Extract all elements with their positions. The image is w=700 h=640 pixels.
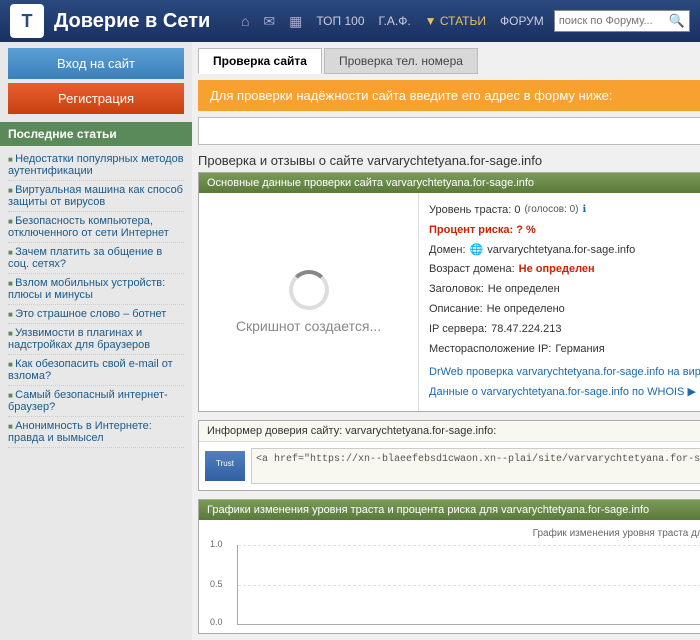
search-input[interactable] — [559, 15, 669, 27]
virus-check-link[interactable]: DrWeb проверка varvarychtetyana.for-sage… — [429, 366, 700, 378]
informer-logo: Trust — [205, 451, 245, 481]
nav-top100[interactable]: ТОП 100 — [316, 14, 364, 28]
graph-title: График изменения уровня траста для varva… — [207, 528, 700, 539]
age-label: Возраст домена: — [429, 260, 515, 280]
list-item[interactable]: Уязвимости в плагинах и надстройках для … — [8, 324, 184, 355]
nav-articles[interactable]: ▼ СТАТЬИ — [425, 14, 486, 28]
ip-value: 78.47.224.213 — [491, 320, 561, 340]
register-button[interactable]: Регистрация — [8, 83, 184, 114]
nav-faq[interactable]: Г.А.Ф. — [379, 14, 411, 28]
tab-check-phone[interactable]: Проверка тел. номера — [324, 48, 478, 74]
result-title: Проверка и отзывы о сайте varvarychtetya… — [198, 153, 700, 168]
y-label-top: 1.0 — [210, 539, 223, 549]
location-label: Месторасположение IP: — [429, 340, 551, 360]
graph-header: Графики изменения уровня траста и процен… — [199, 500, 700, 520]
login-button[interactable]: Вход на сайт — [8, 48, 184, 79]
list-item[interactable]: Анонимность в Интернете: правда и вымысе… — [8, 417, 184, 448]
graph-section: Графики изменения уровня траста и процен… — [198, 499, 700, 634]
data-panel: Основные данные проверки сайта varvarych… — [198, 172, 700, 412]
list-item[interactable]: Зачем платить за общение в соц. сетях? — [8, 243, 184, 274]
grid-icon[interactable]: ▦ — [289, 13, 302, 30]
header: Т Доверие в Сети ⌂ ✉ ▦ ТОП 100 Г.А.Ф. ▼ … — [0, 0, 700, 42]
trust-info-icon[interactable]: ℹ — [583, 201, 587, 221]
data-panel-header: Основные данные проверки сайта varvarych… — [199, 173, 700, 193]
recent-articles-list: Недостатки популярных методов аутентифик… — [0, 146, 192, 452]
tabs: Проверка сайта Проверка тел. номера — [198, 48, 700, 74]
domain-label: Домен: — [429, 241, 466, 261]
screenshot-text: Скришнот создается... — [236, 318, 381, 334]
nav-links: ⌂ ✉ ▦ ТОП 100 Г.А.Ф. ▼ СТАТЬИ ФОРУМ — [241, 13, 544, 30]
nav-forum[interactable]: ФОРУМ — [500, 14, 544, 28]
ip-row: IP сервера: 78.47.224.213 — [429, 320, 700, 340]
list-item[interactable]: Самый безопасный интернет-браузер? — [8, 386, 184, 417]
header-value: Не определен — [488, 280, 560, 300]
url-input[interactable] — [198, 117, 700, 145]
y-label-mid: 0.5 — [210, 579, 223, 589]
location-row: Месторасположение IP: Германия — [429, 340, 700, 360]
tab-check-site[interactable]: Проверка сайта — [198, 48, 322, 74]
graph-area: 1.0 0.5 0.0 — [237, 545, 700, 625]
age-row: Возраст домена: Не определен — [429, 260, 700, 280]
list-item[interactable]: Недостатки популярных методов аутентифик… — [8, 150, 184, 181]
desc-row: Описание: Не определено — [429, 300, 700, 320]
header-label: Заголовок: — [429, 280, 484, 300]
informer-body: Trust <a href="https://xn--blaeefebsd1cw… — [199, 442, 700, 490]
y-label-bottom: 0.0 — [210, 617, 223, 627]
header-row: Заголовок: Не определен — [429, 280, 700, 300]
search-button[interactable]: 🔍 — [669, 13, 685, 29]
home-icon[interactable]: ⌂ — [241, 13, 249, 29]
virus-link-row: DrWeb проверка varvarychtetyana.for-sage… — [429, 363, 700, 383]
logo-icon: Т — [10, 4, 44, 38]
sidebar: Вход на сайт Регистрация Последние стать… — [0, 42, 192, 452]
grid-line-mid — [238, 585, 700, 586]
whois-link[interactable]: Данные о varvarychtetyana.for-sage.info … — [429, 386, 696, 398]
url-row: ПРОВЕРКА САЙТА — [198, 117, 700, 145]
desc-value: Не определено — [487, 300, 565, 320]
graph-body: График изменения уровня траста для varva… — [199, 520, 700, 633]
informer-code[interactable]: <a href="https://xn--blaeefebsd1cwaon.xn… — [251, 448, 700, 484]
whois-link-row: Данные о varvarychtetyana.for-sage.info … — [429, 383, 700, 403]
domain-row: Домен: 🌐 varvarychtetyana.for-sage.info — [429, 241, 700, 261]
search-box: 🔍 — [554, 10, 690, 32]
domain-icon: 🌐 — [470, 241, 484, 261]
risk-value: Процент риска: ? % — [429, 221, 536, 241]
informer-section: Информер доверия сайту: varvarychtetyana… — [198, 420, 700, 491]
location-value: Германия — [555, 340, 604, 360]
list-item[interactable]: Как обезопасить свой e-mail от взлома? — [8, 355, 184, 386]
domain-value: varvarychtetyana.for-sage.info — [487, 241, 635, 261]
risk-row: Процент риска: ? % — [429, 221, 700, 241]
list-item[interactable]: Взлом мобильных устройств: плюсы и минус… — [8, 274, 184, 305]
list-item[interactable]: Безопасность компьютера, отключенного от… — [8, 212, 184, 243]
info-box: Для проверки надёжности сайта введите ег… — [198, 80, 700, 111]
site-title: Доверие в Сети — [54, 10, 231, 33]
desc-label: Описание: — [429, 300, 483, 320]
trust-row: Уровень траста: 0 (голосов: 0) ℹ — [429, 201, 700, 221]
age-value: Не определен — [519, 260, 595, 280]
main-content: Проверка сайта Проверка тел. номера Для … — [192, 42, 700, 640]
list-item[interactable]: Виртуальная машина как способ защиты от … — [8, 181, 184, 212]
trust-votes: (голосов: 0) — [524, 201, 578, 221]
info-right: ? Уровень траста: 0 (голосов: 0) ℹ Проце… — [419, 193, 700, 411]
screenshot-area: Скришнот создается... — [199, 193, 419, 411]
list-item[interactable]: Это страшное слово – ботнет — [8, 305, 184, 324]
data-panel-body: Скришнот создается... ? Уровень траста: … — [199, 193, 700, 411]
loading-spinner — [289, 270, 329, 310]
layout: Вход на сайт Регистрация Последние стать… — [0, 42, 700, 640]
informer-header: Информер доверия сайту: varvarychtetyana… — [199, 421, 700, 442]
trust-label: Уровень траста: 0 — [429, 201, 520, 221]
ip-label: IP сервера: — [429, 320, 487, 340]
grid-line-top — [238, 545, 700, 546]
mail-icon[interactable]: ✉ — [263, 13, 275, 30]
recent-articles-title: Последние статьи — [0, 122, 192, 146]
